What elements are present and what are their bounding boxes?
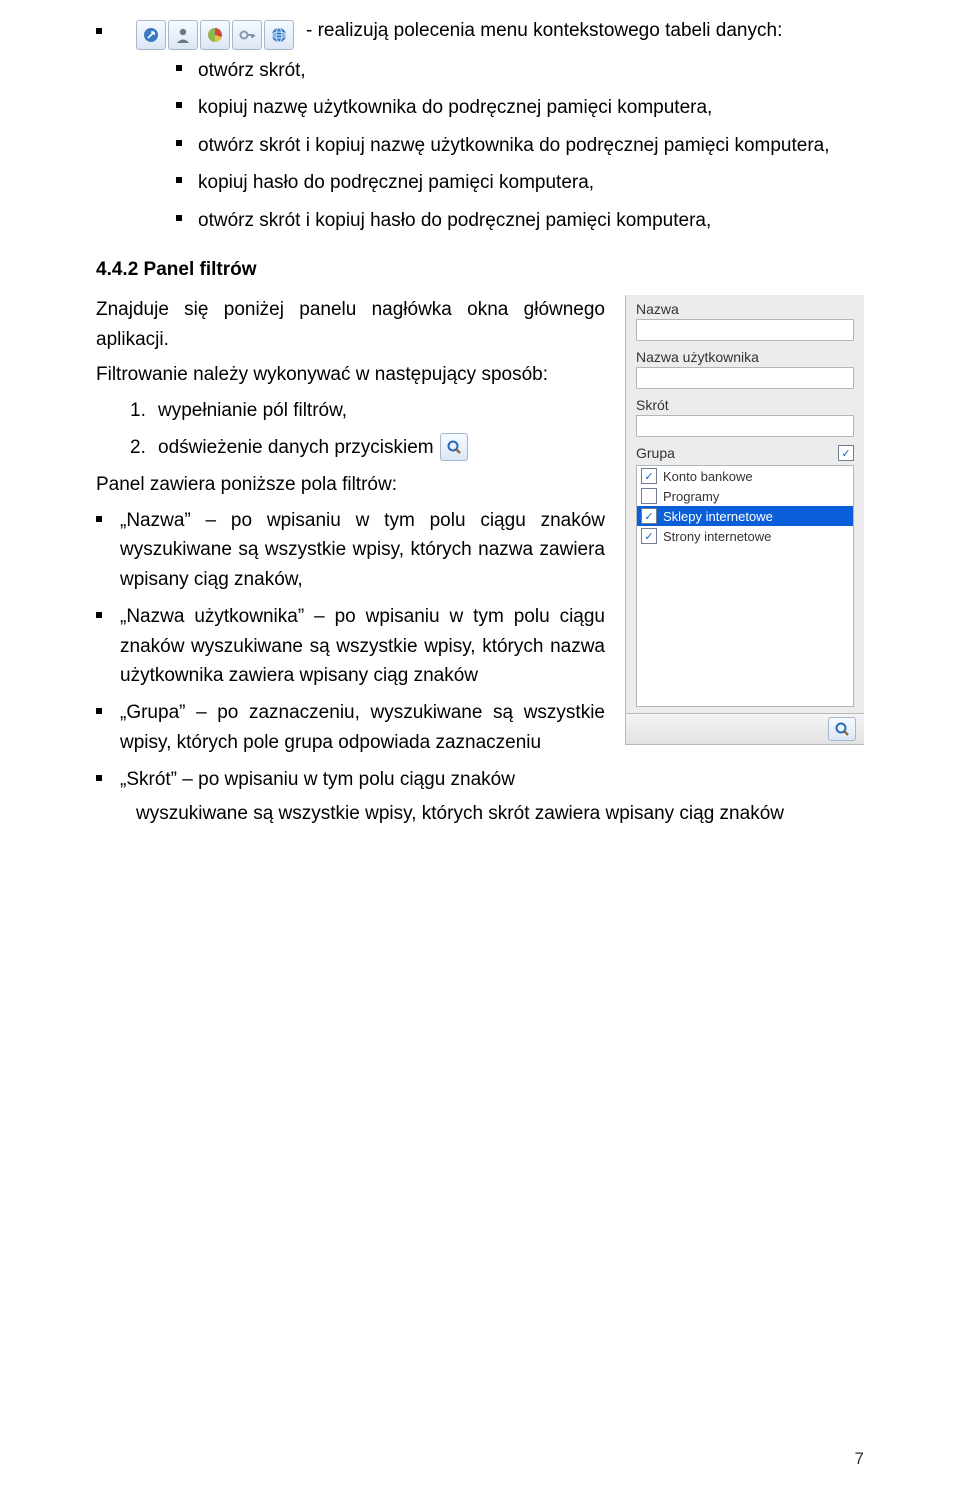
checkbox-icon[interactable]: ✓ bbox=[641, 468, 657, 484]
group-item[interactable]: ✓ Strony internetowe bbox=[637, 526, 853, 546]
label-nazwa: Nazwa bbox=[636, 301, 854, 317]
step-text: odświeżenie danych przyciskiem bbox=[158, 433, 434, 462]
group-list[interactable]: ✓ Konto bankowe Programy ✓ Sklepy internet… bbox=[636, 465, 854, 707]
step-number: 2. bbox=[130, 433, 158, 462]
bullet bbox=[176, 65, 182, 71]
paragraph: Panel zawiera poniższe pola filtrów: bbox=[96, 470, 605, 499]
step-text: wypełnianie pól filtrów, bbox=[158, 396, 347, 425]
piechart-icon[interactable] bbox=[200, 20, 230, 50]
bullet bbox=[96, 708, 102, 714]
key-icon[interactable] bbox=[232, 20, 262, 50]
context-menu-list: otwórz skrót, kopiuj nazwę użytkownika d… bbox=[176, 56, 864, 235]
group-label: Sklepy internetowe bbox=[663, 509, 773, 524]
bullet bbox=[176, 215, 182, 221]
group-item[interactable]: Programy bbox=[637, 486, 853, 506]
filter-panel: Nazwa Nazwa użytkownika Skrót Grupa ✓ ✓ K… bbox=[625, 295, 864, 745]
paragraph: Filtrowanie należy wykonywać w następują… bbox=[96, 360, 605, 389]
magnifier-icon[interactable] bbox=[440, 433, 468, 461]
input-nazwa-uzytkownika[interactable] bbox=[636, 367, 854, 389]
user-icon[interactable] bbox=[168, 20, 198, 50]
paragraph: Znajduje się poniżej panelu nagłówka okn… bbox=[96, 295, 605, 354]
input-skrot[interactable] bbox=[636, 415, 854, 437]
list-item: „Skrót” – po wpisaniu w tym polu ciągu z… bbox=[120, 765, 605, 794]
checkbox-icon[interactable] bbox=[641, 488, 657, 504]
bullet bbox=[176, 177, 182, 183]
bullet bbox=[96, 775, 102, 781]
page-number: 7 bbox=[855, 1449, 864, 1469]
input-nazwa[interactable] bbox=[636, 319, 854, 341]
paragraph: wyszukiwane są wszystkie wpisy, których … bbox=[136, 799, 864, 828]
list-item: otwórz skrót, bbox=[198, 56, 306, 85]
label-nazwa-uzytkownika: Nazwa użytkownika bbox=[636, 349, 854, 365]
steps-list: 1.wypełnianie pól filtrów, 2. odświeżeni… bbox=[130, 396, 605, 463]
bullet bbox=[96, 28, 102, 34]
checkbox-icon[interactable]: ✓ bbox=[641, 508, 657, 524]
list-item: „Nazwa użytkownika” – po wpisaniu w tym … bbox=[120, 602, 605, 690]
bullet bbox=[176, 140, 182, 146]
list-item: kopiuj nazwę użytkownika do podręcznej p… bbox=[198, 93, 712, 122]
list-item: „Nazwa” – po wpisaniu w tym polu ciągu z… bbox=[120, 506, 605, 594]
group-label: Strony internetowe bbox=[663, 529, 771, 544]
group-label: Konto bankowe bbox=[663, 469, 753, 484]
list-item: kopiuj hasło do podręcznej pamięci kompu… bbox=[198, 168, 594, 197]
section-heading: 4.4.2 Panel filtrów bbox=[96, 259, 864, 281]
bullet bbox=[96, 516, 102, 522]
list-item: otwórz skrót i kopiuj nazwę użytkownika … bbox=[198, 131, 830, 160]
group-item[interactable]: ✓ Konto bankowe bbox=[637, 466, 853, 486]
group-label: Programy bbox=[663, 489, 719, 504]
group-item[interactable]: ✓ Sklepy internetowe bbox=[637, 506, 853, 526]
search-button[interactable] bbox=[828, 717, 856, 741]
panel-footer bbox=[626, 713, 864, 744]
bullet bbox=[176, 102, 182, 108]
checkbox-grupa-master[interactable]: ✓ bbox=[838, 445, 854, 461]
label-grupa: Grupa bbox=[636, 445, 675, 461]
step-number: 1. bbox=[130, 396, 158, 425]
label-skrot: Skrót bbox=[636, 397, 854, 413]
checkbox-icon[interactable]: ✓ bbox=[641, 528, 657, 544]
shortcut-icon[interactable] bbox=[136, 20, 166, 50]
list-item: otwórz skrót i kopiuj hasło do podręczne… bbox=[198, 206, 711, 235]
filter-bullets: „Nazwa” – po wpisaniu w tym polu ciągu z… bbox=[96, 506, 605, 795]
list-item: „Grupa” – po zaznaczeniu, wyszukiwane są… bbox=[120, 698, 605, 757]
intro-line: - realizują polecenia menu kontekstowego… bbox=[306, 20, 782, 42]
globe-icon[interactable] bbox=[264, 20, 294, 50]
bullet bbox=[96, 612, 102, 618]
